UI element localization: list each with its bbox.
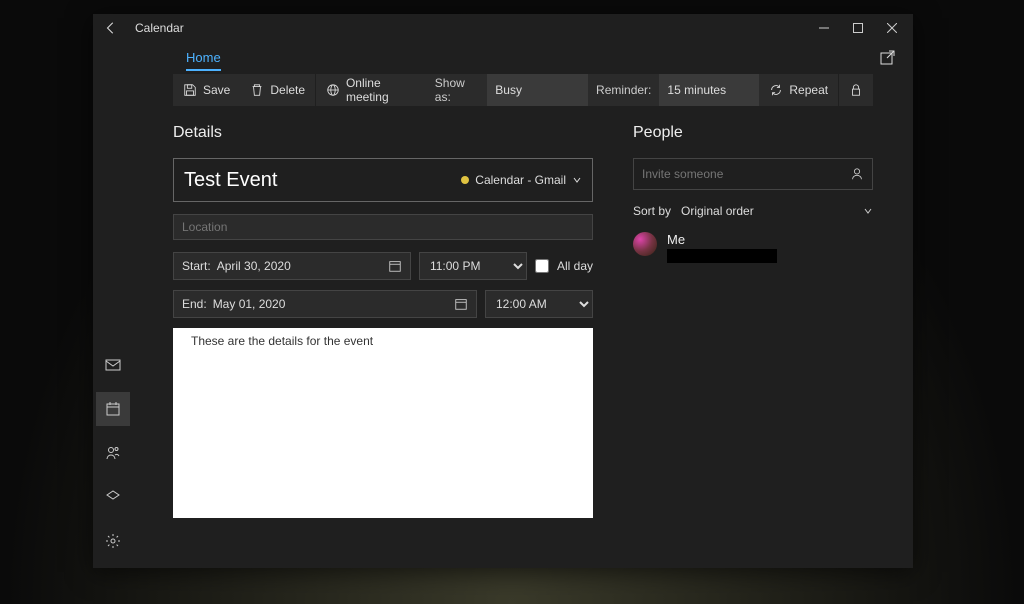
avatar: [633, 232, 657, 256]
lock-icon: [849, 83, 863, 97]
calendar-event-window: Calendar: [93, 14, 913, 568]
gear-icon: [105, 533, 121, 549]
online-meeting-button[interactable]: Online meeting: [316, 74, 427, 106]
save-icon: [183, 83, 197, 97]
description-input[interactable]: [173, 328, 593, 518]
minimize-icon: [819, 23, 829, 33]
back-button[interactable]: [97, 21, 125, 35]
end-time-select[interactable]: 12:00 AM: [485, 290, 593, 318]
reminder-select[interactable]: 15 minutes: [659, 74, 759, 106]
share-icon: [879, 50, 895, 66]
calendar-icon: [388, 259, 402, 273]
save-button[interactable]: Save: [173, 74, 240, 106]
trash-icon: [250, 83, 264, 97]
delete-label: Delete: [270, 83, 305, 97]
people-heading: People: [633, 124, 873, 142]
window-title: Calendar: [135, 21, 184, 35]
close-icon: [887, 23, 897, 33]
attendee-me: Me: [633, 232, 873, 263]
calendar-icon: [454, 297, 468, 311]
sort-by-label: Sort by: [633, 204, 671, 218]
chevron-down-icon: [572, 175, 582, 185]
end-date-value: May 01, 2020: [213, 297, 448, 311]
repeat-label: Repeat: [789, 83, 828, 97]
delete-button[interactable]: Delete: [240, 74, 315, 106]
details-heading: Details: [173, 124, 593, 142]
titlebar: Calendar: [93, 14, 913, 42]
rail-calendar[interactable]: [96, 392, 130, 426]
online-meeting-label: Online meeting: [346, 76, 417, 104]
attendee-name: Me: [667, 232, 777, 247]
start-date-value: April 30, 2020: [217, 259, 382, 273]
toolbar: Save Delete Online meeting Show as: Busy…: [173, 74, 873, 106]
show-as-select[interactable]: Busy: [487, 74, 588, 106]
location-input[interactable]: [173, 214, 593, 240]
people-icon: [105, 445, 121, 461]
invite-field[interactable]: [633, 158, 873, 190]
repeat-icon: [769, 83, 783, 97]
calendar-icon: [105, 401, 121, 417]
end-label: End:: [182, 297, 207, 311]
details-panel: Details Calendar - Gmail Start:: [173, 124, 593, 568]
calendar-color-dot: [461, 176, 469, 184]
sort-by-value[interactable]: Original order: [681, 204, 754, 218]
repeat-button[interactable]: Repeat: [759, 74, 838, 106]
event-title-row: Calendar - Gmail: [173, 158, 593, 202]
private-button[interactable]: [839, 74, 873, 106]
rail-settings[interactable]: [96, 524, 130, 558]
all-day-checkbox[interactable]: [535, 259, 549, 273]
arrow-left-icon: [104, 21, 118, 35]
rail-people[interactable]: [96, 436, 130, 470]
event-title-input[interactable]: [184, 169, 461, 192]
attendee-email-redacted: [667, 249, 777, 263]
end-date-field[interactable]: End: May 01, 2020: [173, 290, 477, 318]
share-button[interactable]: [869, 42, 905, 74]
tag-icon: [105, 489, 121, 505]
reminder-label: Reminder:: [588, 74, 659, 106]
all-day-label: All day: [557, 259, 593, 273]
chevron-down-icon[interactable]: [863, 206, 873, 216]
tab-home[interactable]: Home: [186, 46, 221, 71]
rail-mail[interactable]: [96, 348, 130, 382]
rail-todo[interactable]: [96, 480, 130, 514]
show-as-label: Show as:: [427, 74, 488, 106]
sort-by-row: Sort by Original order: [633, 204, 873, 218]
save-label: Save: [203, 83, 230, 97]
minimize-button[interactable]: [807, 14, 841, 42]
left-rail: [93, 42, 133, 568]
mail-icon: [105, 357, 121, 373]
people-panel: People Sort by Original order: [633, 124, 873, 568]
maximize-button[interactable]: [841, 14, 875, 42]
globe-icon: [326, 83, 340, 97]
calendar-picker-label: Calendar - Gmail: [475, 173, 566, 187]
start-label: Start:: [182, 259, 211, 273]
ribbon-tabs: Home: [133, 42, 913, 74]
start-date-field[interactable]: Start: April 30, 2020: [173, 252, 411, 280]
person-icon: [850, 167, 864, 181]
start-time-select[interactable]: 11:00 PM: [419, 252, 527, 280]
calendar-picker[interactable]: Calendar - Gmail: [461, 173, 582, 187]
maximize-icon: [853, 23, 863, 33]
all-day-toggle[interactable]: All day: [535, 259, 593, 273]
invite-input[interactable]: [642, 167, 850, 181]
close-button[interactable]: [875, 14, 909, 42]
